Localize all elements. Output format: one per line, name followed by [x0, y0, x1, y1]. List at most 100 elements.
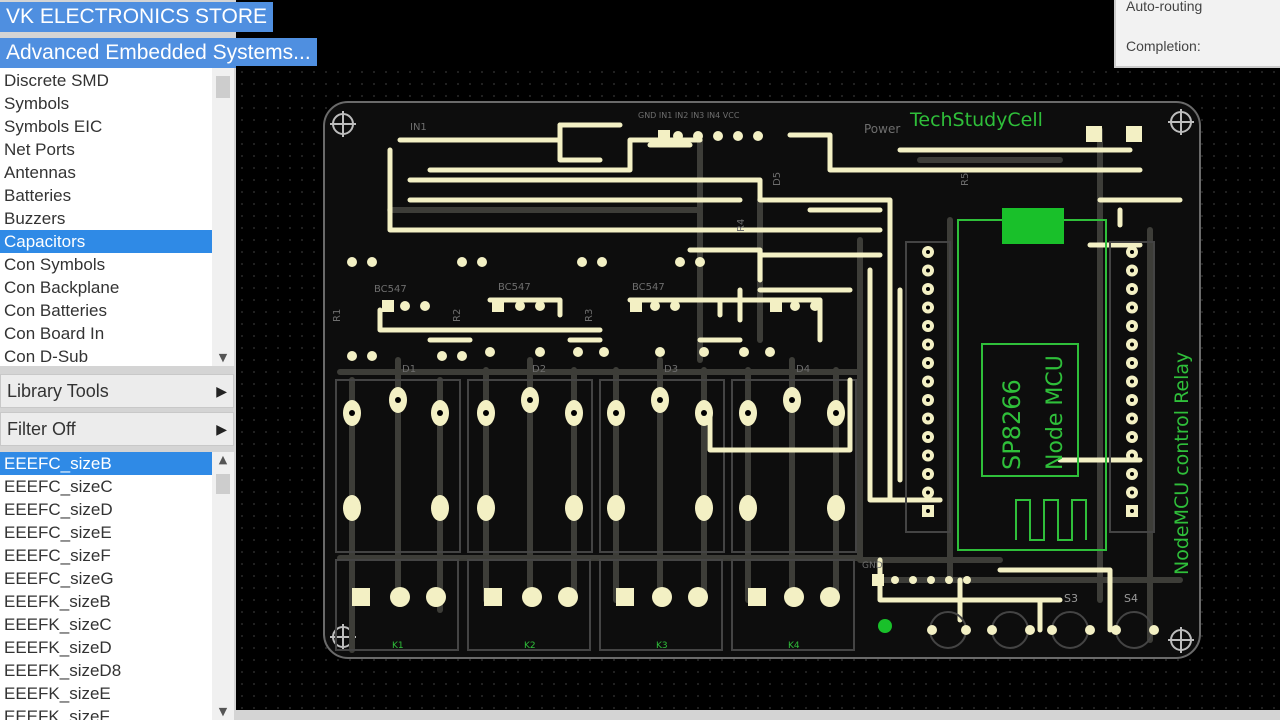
library-panel: DiscreteDiscrete SMDSymbolsSymbols EICNe… [0, 0, 236, 720]
library-list-item[interactable]: Symbols EIC [0, 115, 212, 138]
nodemcu-pin-hole [926, 472, 930, 476]
scroll-up-icon[interactable]: ▲ [212, 452, 234, 468]
transistor-label: BC547 [498, 282, 531, 293]
nodemcu-pin-hole [1130, 379, 1134, 384]
nodemcu-pin-hole [926, 361, 930, 365]
resistor-label: R2 [452, 309, 463, 322]
nodemcu-pin-hole [1130, 324, 1134, 328]
relay-label: K2 [524, 641, 536, 651]
nodemcu-pin-hole [1130, 509, 1134, 513]
nodemcu-pin-hole [1130, 453, 1134, 458]
component-scrollbar[interactable]: ▲ ▼ [212, 452, 234, 720]
library-list-item[interactable]: Buzzers [0, 207, 212, 230]
nodemcu-pin-hole [926, 435, 930, 439]
module-silk: SP8266 [998, 379, 1026, 470]
component-list-item[interactable]: EEEFK_sizeD8 [0, 659, 212, 682]
nodemcu-pin-hole [1130, 435, 1134, 439]
resistor-label: R1 [332, 309, 343, 322]
library-list-item[interactable]: Con D-Sub [0, 345, 212, 366]
chevron-right-icon: ▶ [216, 421, 227, 437]
diode-label: D3 [664, 364, 678, 375]
power-led [878, 619, 892, 633]
transistor-label: BC547 [632, 282, 665, 293]
library-list-item[interactable]: Antennas [0, 161, 212, 184]
nodemcu-pin-hole [926, 324, 930, 328]
pcb-canvas[interactable]: TechStudyCell NodeMCU control Relay SP82… [236, 0, 1280, 710]
library-list-item[interactable]: Capacitors [0, 230, 212, 253]
transistor-label: BC547 [374, 284, 407, 295]
nodemcu-pin-hole [1130, 305, 1134, 310]
gnd-silk: GND [862, 561, 883, 571]
store-banner: VK ELECTRONICS STORE [0, 2, 274, 32]
switch-label: S3 [1064, 592, 1078, 605]
nodemcu-pin-hole [926, 453, 930, 458]
power-silk: Power [864, 122, 900, 136]
component-list-item[interactable]: EEEFK_sizeC [0, 613, 212, 636]
library-list-item[interactable]: Con Symbols [0, 253, 212, 276]
header-silk: GND IN1 IN2 IN3 IN4 VCC [638, 111, 740, 120]
nodemcu-pin-hole [1130, 250, 1134, 254]
module-sub-silk: Node MCU [1043, 355, 1068, 470]
diode-label: D4 [796, 364, 810, 375]
nodemcu-pin-hole [926, 398, 930, 402]
library-list[interactable]: DiscreteDiscrete SMDSymbolsSymbols EICNe… [0, 58, 212, 366]
board-title-silk: NodeMCU control Relay [1171, 352, 1193, 575]
d5-silk: D5 [772, 172, 783, 186]
component-list-item[interactable]: EEEFC_sizeB [0, 452, 212, 475]
nodemcu-pin-hole [926, 490, 930, 495]
library-list-item[interactable]: Net Ports [0, 138, 212, 161]
library-scrollbar[interactable]: ▼ [212, 58, 234, 366]
component-list-item[interactable]: EEEFK_sizeD [0, 636, 212, 659]
component-list-item[interactable]: EEEFC_sizeF [0, 544, 212, 567]
component-scroll-thumb[interactable] [216, 474, 230, 494]
nodemcu-pin-hole [926, 250, 930, 254]
nodemcu-pin-hole [1130, 490, 1134, 495]
library-list-item[interactable]: Discrete SMD [0, 69, 212, 92]
filter-menu[interactable]: Filter Off ▶ [0, 412, 234, 446]
relay-label: K4 [788, 641, 800, 651]
filter-label: Filter Off [7, 419, 76, 439]
relay-label: K3 [656, 641, 668, 651]
nodemcu-pin-hole [1130, 398, 1134, 402]
library-list-item[interactable]: Batteries [0, 184, 212, 207]
scroll-down-icon[interactable]: ▼ [212, 704, 234, 720]
nodemcu-pin-hole [926, 305, 930, 310]
resistor-label: R4 [736, 219, 747, 232]
brand-silk: TechStudyCell [909, 109, 1043, 131]
library-list-item[interactable]: Symbols [0, 92, 212, 115]
nodemcu-pin-hole [926, 379, 930, 384]
pcb-board-drawing: TechStudyCell NodeMCU control Relay SP82… [323, 0, 1201, 659]
component-list-item[interactable]: EEEFK_sizeE [0, 682, 212, 705]
nodemcu-pin-hole [1130, 342, 1134, 347]
component-list-item[interactable]: EEEFK_sizeB [0, 590, 212, 613]
nodemcu-pin-hole [1130, 416, 1134, 421]
horizontal-scrollbar[interactable] [236, 710, 1280, 720]
component-list-item[interactable]: EEEFC_sizeC [0, 475, 212, 498]
library-scroll-thumb[interactable] [216, 76, 230, 98]
library-list-item[interactable]: Con Batteries [0, 299, 212, 322]
nodemcu-pin-hole [926, 342, 930, 347]
component-list-item[interactable]: EEEFK_sizeF [0, 705, 212, 720]
library-tools-menu[interactable]: Library Tools ▶ [0, 374, 234, 408]
nodemcu-pin-hole [926, 287, 930, 291]
auto-routing-label: Auto-routing [1126, 0, 1203, 14]
resistor-label: R3 [584, 309, 595, 322]
switch-label: S4 [1124, 592, 1138, 605]
diode-label: D1 [402, 364, 416, 375]
library-tools-label: Library Tools [7, 381, 109, 401]
scroll-down-icon[interactable]: ▼ [212, 350, 234, 366]
nodemcu-pin-hole [1130, 472, 1134, 476]
completion-label: Completion: [1126, 38, 1201, 54]
library-list-item[interactable]: Con Board In [0, 322, 212, 345]
component-list[interactable]: EEEFC_sizeB EEEFC_sizeC EEEFC_sizeD EEEFC_s… [0, 452, 212, 720]
relay-label: K1 [392, 641, 404, 651]
component-list-item[interactable]: EEEFC_sizeD [0, 498, 212, 521]
component-list-item[interactable]: EEEFC_sizeE [0, 521, 212, 544]
diode-label: D2 [532, 364, 546, 375]
routing-status-panel: Auto-routing Completion: [1114, 0, 1280, 68]
course-banner: Advanced Embedded Systems... [0, 38, 317, 68]
nodemcu-pin-hole [926, 268, 930, 273]
component-list-item[interactable]: EEEFC_sizeG [0, 567, 212, 590]
nodemcu-pin-hole [926, 416, 930, 421]
library-list-item[interactable]: Con Backplane [0, 276, 212, 299]
